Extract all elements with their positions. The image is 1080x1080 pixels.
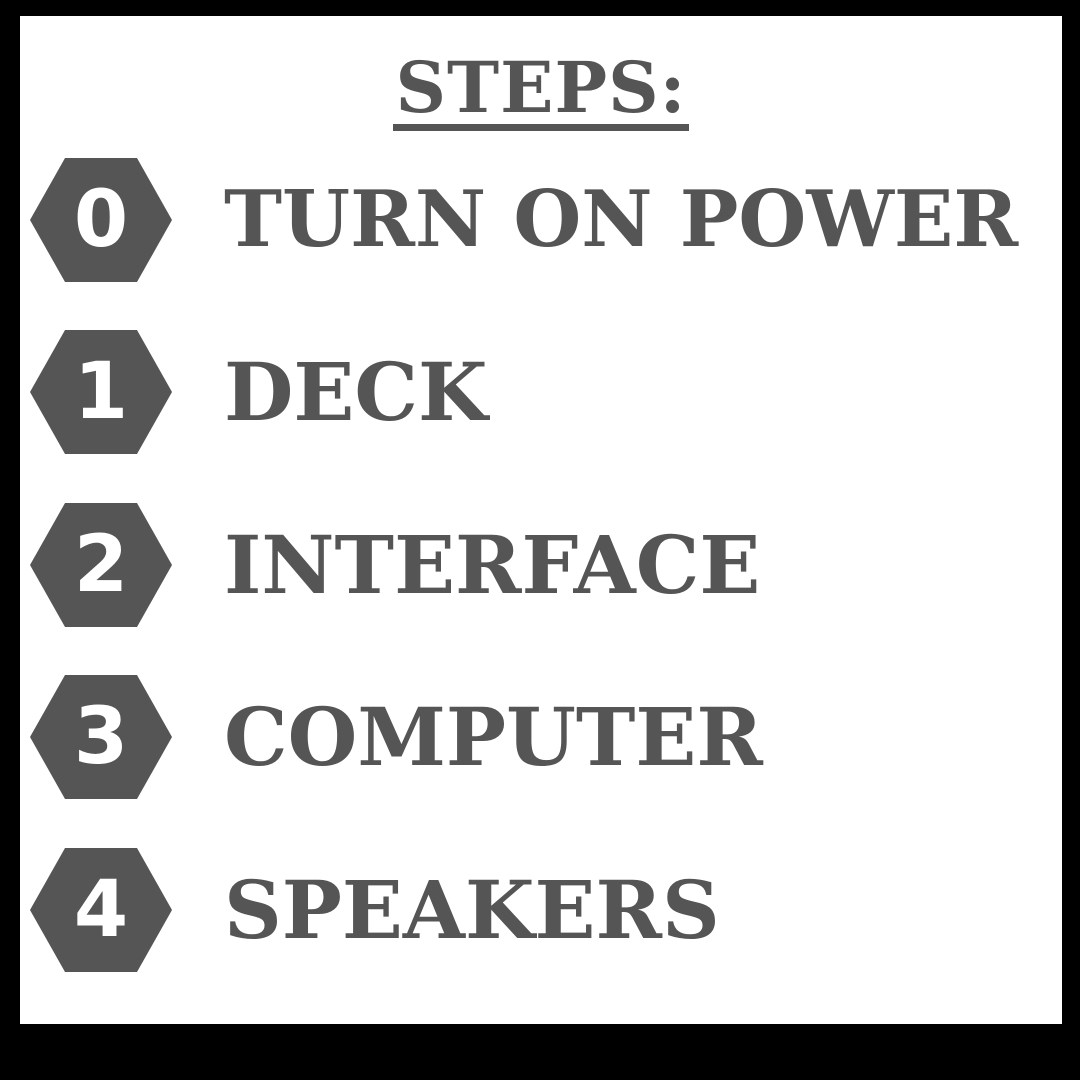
step-label: SPEAKERS — [224, 863, 720, 957]
step-number: 4 — [73, 865, 129, 955]
step-number: 1 — [73, 347, 129, 437]
step-number: 2 — [73, 520, 129, 610]
hexagon-icon: 1 — [30, 330, 172, 454]
hexagon-icon: 3 — [30, 675, 172, 799]
step-item-2: 2 INTERFACE — [20, 503, 1062, 627]
step-number: 0 — [73, 175, 129, 265]
step-item-1: 1 DECK — [20, 330, 1062, 454]
step-number: 3 — [73, 692, 129, 782]
hexagon-icon: 4 — [30, 848, 172, 972]
step-item-3: 3 COMPUTER — [20, 675, 1062, 799]
step-item-0: 0 TURN ON POWER — [20, 158, 1062, 282]
hexagon-icon: 0 — [30, 158, 172, 282]
step-label: INTERFACE — [224, 518, 761, 612]
hexagon-icon: 2 — [30, 503, 172, 627]
step-item-4: 4 SPEAKERS — [20, 848, 1062, 972]
step-label: COMPUTER — [224, 690, 763, 784]
steps-card: STEPS: 0 TURN ON POWER 1 DECK 2 INTERFAC… — [20, 16, 1062, 1024]
step-label: DECK — [224, 345, 488, 439]
page-title: STEPS: — [20, 48, 1062, 131]
step-label: TURN ON POWER — [224, 174, 1019, 265]
title-text: STEPS: — [393, 46, 689, 131]
